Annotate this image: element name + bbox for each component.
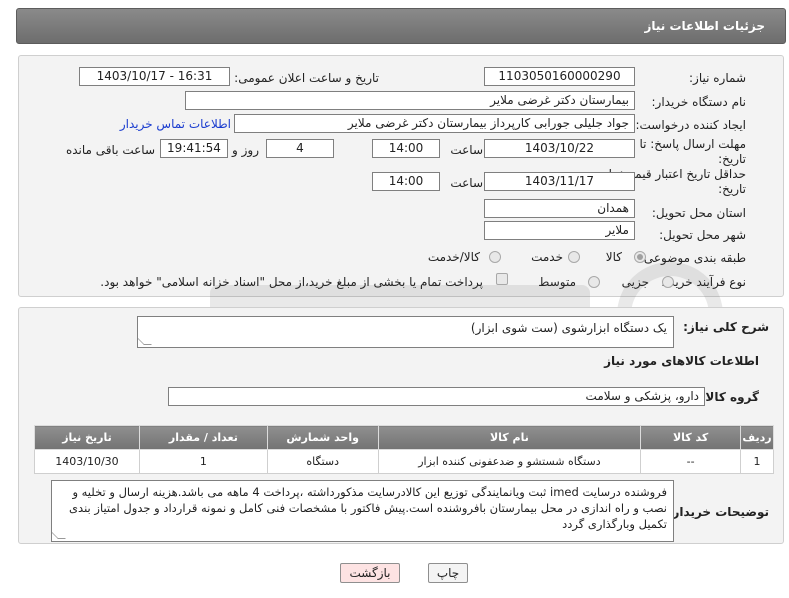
validity-time-field: 14:00 — [372, 172, 440, 191]
category-option-service: خدمت — [531, 250, 563, 264]
creator-field: جواد جلیلی جورابی کارپرداز بیمارستان دکت… — [234, 114, 635, 133]
process-option-medium: متوسط — [538, 275, 576, 289]
buyer-notes-textarea[interactable]: فروشنده درسایت imed ثبت ویانمایندگی توزی… — [51, 480, 674, 542]
goods-group-field: دارو، پزشکی و سلامت — [168, 387, 705, 406]
process-option-minor: جزیی — [621, 275, 649, 289]
goods-table: ردیف کد کالا نام کالا واحد شمارش تعداد /… — [34, 425, 774, 474]
summary-textarea[interactable]: یک دستگاه ابزارشوی (ست شوی ابزار) — [137, 316, 674, 348]
days-label: روز و — [232, 143, 259, 157]
remaining-time-field: 19:41:54 — [160, 139, 228, 158]
buyer-field: بیمارستان دکتر غرضی ملایر — [185, 91, 635, 110]
price-validity-label-2: تاریخ: — [718, 182, 746, 196]
category-option-goods: کالا — [605, 250, 622, 264]
back-button[interactable]: بازگشت — [340, 563, 400, 583]
treasury-checkbox[interactable] — [496, 273, 508, 285]
process-radio-medium[interactable] — [588, 276, 600, 288]
reply-time-label: ساعت — [450, 143, 483, 157]
goods-group-label: گروه کالا: — [700, 390, 759, 404]
col-row: ردیف — [740, 425, 774, 450]
col-unit: واحد شمارش — [266, 425, 379, 450]
province-label: استان محل تحویل: — [651, 206, 746, 220]
category-radio-goods[interactable] — [634, 251, 646, 263]
goods-info-title: اطلاعات کالاهای مورد نیاز — [604, 354, 759, 368]
cell-name: دستگاه شستشو و ضدعفونی کننده ابزار — [377, 449, 642, 474]
cell-unit: دستگاه — [266, 449, 379, 474]
resize-handle-icon[interactable] — [52, 531, 66, 539]
reply-deadline-label: مهلت ارسال پاسخ: تا — [639, 137, 746, 151]
province-field: همدان — [484, 199, 635, 218]
col-need-date: تاریخ نیاز — [34, 425, 140, 450]
city-field: ملایر — [484, 221, 635, 240]
need-number-label: شماره نیاز: — [689, 71, 746, 85]
category-radio-goods-service[interactable] — [489, 251, 501, 263]
print-button[interactable]: چاپ — [428, 563, 468, 583]
cell-code: -- — [640, 449, 742, 474]
announce-field: 1403/10/17 - 16:31 — [79, 67, 230, 86]
summary-label: شرح کلی نیاز: — [683, 320, 769, 334]
cell-quantity: 1 — [138, 449, 268, 474]
treasury-text: پرداخت تمام یا بخشی از مبلغ خرید،از محل … — [100, 275, 483, 289]
process-radio-minor[interactable] — [662, 276, 674, 288]
resize-handle-icon[interactable] — [138, 337, 152, 345]
goods-table-header: ردیف کد کالا نام کالا واحد شمارش تعداد /… — [34, 425, 774, 450]
need-number-field: 1103050160000290 — [484, 67, 635, 86]
page-title: جزئیات اطلاعات نیاز — [644, 19, 765, 33]
buyer-notes-label: توضیحات خریدار: — [667, 505, 769, 519]
col-quantity: تعداد / مقدار — [138, 425, 268, 450]
category-label: طبقه بندی موضوعی: — [639, 251, 746, 265]
city-label: شهر محل تحویل: — [659, 228, 746, 242]
category-radio-service[interactable] — [568, 251, 580, 263]
announce-label: تاریخ و ساعت اعلان عمومی: — [234, 71, 379, 85]
reply-deadline-label-2: تاریخ: — [718, 152, 746, 166]
category-option-goods-service: کالا/خدمت — [427, 250, 480, 264]
summary-text: یک دستگاه ابزارشوی (ست شوی ابزار) — [470, 321, 667, 335]
days-remaining-field: 4 — [266, 139, 334, 158]
creator-label: ایجاد کننده درخواست: — [635, 118, 746, 132]
validity-time-label: ساعت — [450, 176, 483, 190]
validity-date-field: 1403/11/17 — [484, 172, 635, 191]
cell-need-date: 1403/10/30 — [34, 449, 140, 474]
page-header: جزئیات اطلاعات نیاز — [16, 8, 786, 44]
col-code: کد کالا — [640, 425, 742, 450]
table-row: 1 -- دستگاه شستشو و ضدعفونی کننده ابزار … — [34, 449, 774, 474]
reply-date-field: 1403/10/22 — [484, 139, 635, 158]
contact-buyer-link[interactable]: اطلاعات تماس خریدار — [120, 117, 231, 131]
reply-time-field: 14:00 — [372, 139, 440, 158]
buyer-label: نام دستگاه خریدار: — [651, 95, 747, 109]
col-name: نام کالا — [377, 425, 642, 450]
remaining-time-label: ساعت باقی مانده — [65, 143, 155, 157]
buyer-notes-text: فروشنده درسایت imed ثبت ویانمایندگی توزی… — [69, 485, 667, 531]
cell-row: 1 — [740, 449, 774, 474]
